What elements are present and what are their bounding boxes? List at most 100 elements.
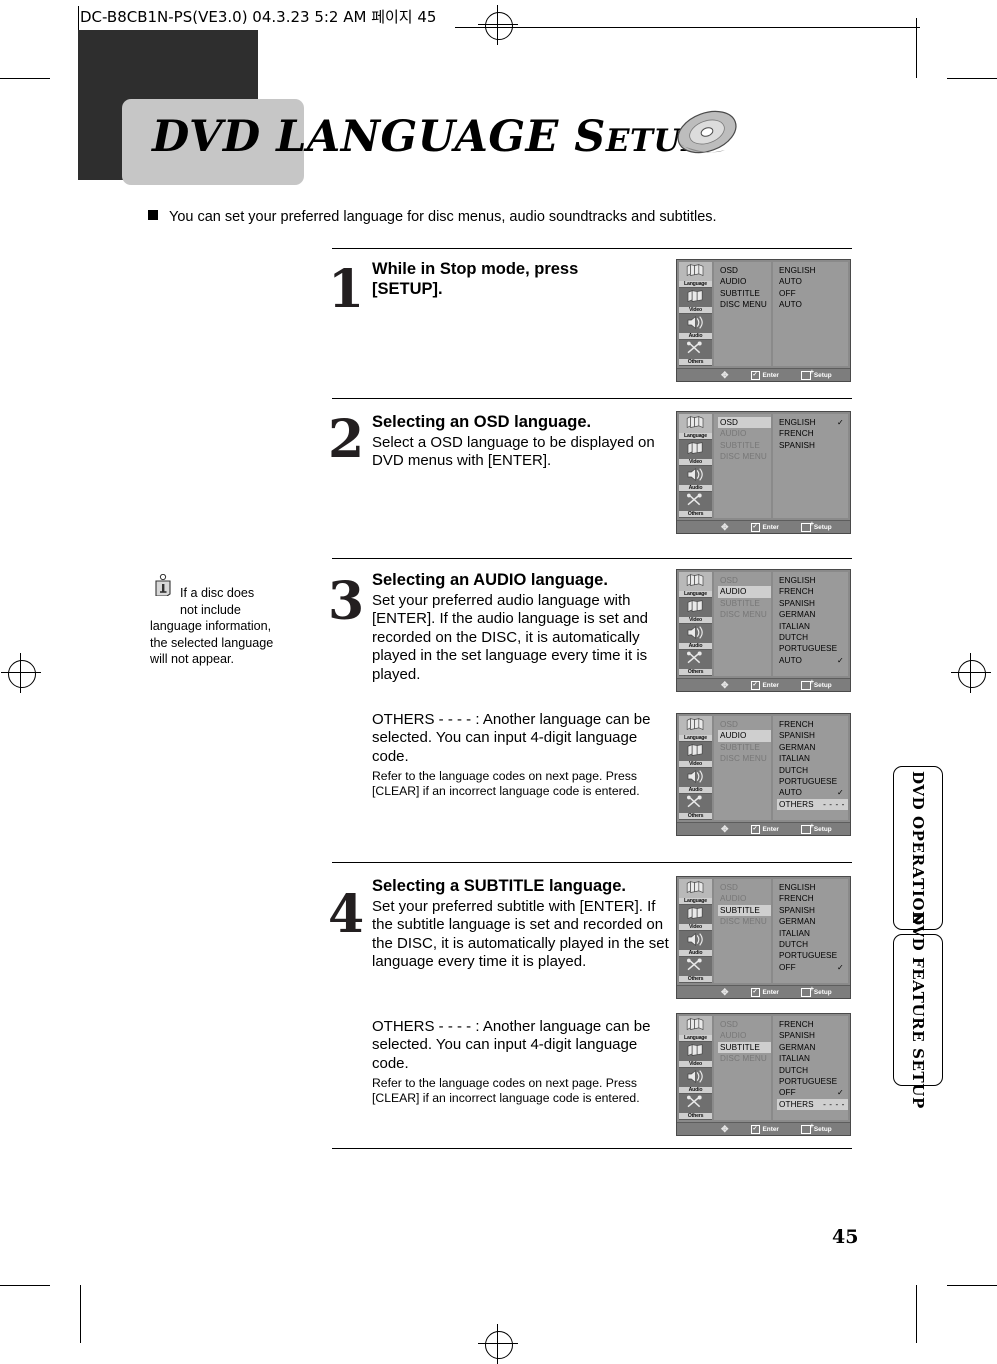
osd-enter-hint[interactable]: ✓ Enter — [750, 824, 779, 834]
osd-value-item[interactable]: ✓ ENGLISH — [777, 417, 848, 428]
osd-menu-item[interactable]: DISC MENU — [718, 753, 771, 764]
osd-sidebar-item-video[interactable]: Video — [679, 905, 712, 931]
osd-value-item[interactable]: ✓ OFF — [777, 962, 848, 973]
osd-sidebar-item-language[interactable]: Language — [679, 262, 712, 288]
osd-setup-hint[interactable]: Setup — [800, 823, 832, 834]
osd-sidebar-item-video[interactable]: Video — [679, 742, 712, 768]
osd-value-item[interactable]: SPANISH — [777, 440, 848, 451]
osd-value-item[interactable]: SPANISH — [777, 730, 848, 741]
osd-sidebar-item-others[interactable]: Others — [679, 794, 712, 820]
osd-value-item[interactable]: ITALIAN — [777, 1053, 848, 1064]
osd-enter-hint[interactable]: ✓ Enter — [750, 522, 779, 532]
osd-sidebar-item-language[interactable]: Language — [679, 414, 712, 440]
osd-sidebar-item-others[interactable]: Others — [679, 1094, 712, 1120]
osd-value-item[interactable]: FRENCH — [777, 1019, 848, 1030]
osd-value-item[interactable]: OFF — [777, 288, 848, 299]
osd-menu-item[interactable]: DISC MENU — [718, 609, 771, 620]
osd-value-item[interactable]: FRENCH — [777, 893, 848, 904]
osd-menu-item[interactable]: OSD — [718, 719, 771, 730]
osd-menu-item[interactable]: DISC MENU — [718, 299, 771, 310]
side-tab-dvd-feature-setup[interactable]: DVD FEATURE SETUP — [893, 912, 943, 1108]
osd-menu-item[interactable]: OSD — [718, 417, 771, 429]
osd-value-item[interactable]: AUTO — [777, 299, 848, 310]
osd-menu-item[interactable]: AUDIO — [718, 586, 771, 598]
osd-enter-hint[interactable]: ✓ Enter — [750, 987, 779, 997]
osd-menu-item[interactable]: OSD — [718, 882, 771, 893]
osd-enter-hint[interactable]: ✓ Enter — [750, 370, 779, 380]
osd-sidebar-item-others[interactable]: Others — [679, 340, 712, 366]
osd-sidebar-item-language[interactable]: Language — [679, 572, 712, 598]
osd-value-item[interactable]: SPANISH — [777, 598, 848, 609]
osd-value-item[interactable]: DUTCH — [777, 1065, 848, 1076]
osd-sidebar-item-language[interactable]: Language — [679, 879, 712, 905]
osd-sidebar-item-video[interactable]: Video — [679, 598, 712, 624]
osd-value-item[interactable]: PORTUGUESE — [777, 776, 848, 787]
osd-menu-item[interactable]: AUDIO — [718, 1030, 771, 1041]
osd-menu-item[interactable]: SUBTITLE — [718, 742, 771, 753]
osd-value-item[interactable]: ENGLISH — [777, 882, 848, 893]
osd-menu-item[interactable]: SUBTITLE — [718, 1041, 771, 1054]
osd-screen-5[interactable]: Language Video Audio Others OSD AUDIO SUBT… — [676, 876, 851, 999]
osd-value-item[interactable]: - - - - OTHERS — [777, 1098, 848, 1111]
osd-value-item[interactable]: PORTUGUESE — [777, 643, 848, 654]
osd-menu-item[interactable]: DISC MENU — [718, 916, 771, 927]
osd-enter-hint[interactable]: ✓ Enter — [750, 680, 779, 690]
osd-setup-hint[interactable]: Setup — [800, 679, 832, 690]
osd-menu-item[interactable]: AUDIO — [718, 428, 771, 439]
osd-sidebar-item-audio[interactable]: Audio — [679, 1068, 712, 1094]
osd-sidebar-item-audio[interactable]: Audio — [679, 624, 712, 650]
osd-menu-item[interactable]: AUDIO — [718, 893, 771, 904]
osd-menu-item[interactable]: AUDIO — [718, 276, 771, 287]
osd-menu-item[interactable]: SUBTITLE — [718, 440, 771, 451]
osd-value-item[interactable]: FRENCH — [777, 428, 848, 439]
osd-menu-item[interactable]: DISC MENU — [718, 1053, 771, 1064]
osd-value-item[interactable]: DUTCH — [777, 632, 848, 643]
osd-value-item[interactable]: GERMAN — [777, 1042, 848, 1053]
osd-value-item[interactable]: FRENCH — [777, 586, 848, 597]
osd-value-item[interactable]: DUTCH — [777, 939, 848, 950]
osd-value-item[interactable]: SPANISH — [777, 1030, 848, 1041]
osd-screen-6[interactable]: Language Video Audio Others OSD AUDIO SUBT… — [676, 1013, 851, 1136]
osd-value-item[interactable]: ENGLISH — [777, 575, 848, 586]
osd-menu-item[interactable]: SUBTITLE — [718, 288, 771, 299]
osd-menu-item[interactable]: OSD — [718, 575, 771, 586]
osd-setup-hint[interactable]: Setup — [800, 986, 832, 997]
osd-value-item[interactable]: - - - - OTHERS — [777, 798, 848, 811]
osd-sidebar-item-video[interactable]: Video — [679, 440, 712, 466]
osd-value-item[interactable]: GERMAN — [777, 742, 848, 753]
osd-value-item[interactable]: AUTO — [777, 276, 848, 287]
osd-screen-1[interactable]: Language Video Audio Others OSD AUDIO SUBT… — [676, 259, 851, 382]
osd-menu-item[interactable]: DISC MENU — [718, 451, 771, 462]
osd-value-item[interactable]: SPANISH — [777, 905, 848, 916]
side-tab-dvd-operation[interactable]: DVD OPERATION — [893, 766, 943, 930]
osd-screen-4[interactable]: Language Video Audio Others OSD AUDIO SUBT… — [676, 713, 851, 836]
osd-sidebar-item-audio[interactable]: Audio — [679, 466, 712, 492]
osd-menu-item[interactable]: AUDIO — [718, 730, 771, 742]
osd-value-item[interactable]: DUTCH — [777, 765, 848, 776]
osd-screen-2[interactable]: Language Video Audio Others OSD AUDIO SUBT… — [676, 411, 851, 534]
osd-value-item[interactable]: ITALIAN — [777, 621, 848, 632]
osd-sidebar-item-audio[interactable]: Audio — [679, 768, 712, 794]
osd-value-item[interactable]: PORTUGUESE — [777, 950, 848, 961]
osd-sidebar-item-video[interactable]: Video — [679, 1042, 712, 1068]
osd-sidebar-item-audio[interactable]: Audio — [679, 931, 712, 957]
osd-sidebar-item-others[interactable]: Others — [679, 492, 712, 518]
osd-value-item[interactable]: PORTUGUESE — [777, 1076, 848, 1087]
osd-sidebar-item-language[interactable]: Language — [679, 716, 712, 742]
osd-sidebar-item-video[interactable]: Video — [679, 288, 712, 314]
osd-sidebar-item-others[interactable]: Others — [679, 650, 712, 676]
osd-sidebar-item-audio[interactable]: Audio — [679, 314, 712, 340]
osd-menu-item[interactable]: SUBTITLE — [718, 598, 771, 609]
osd-setup-hint[interactable]: Setup — [800, 1123, 832, 1134]
osd-menu-item[interactable]: OSD — [718, 1019, 771, 1030]
osd-setup-hint[interactable]: Setup — [800, 369, 832, 380]
osd-setup-hint[interactable]: Setup — [800, 521, 832, 532]
osd-value-item[interactable]: ITALIAN — [777, 928, 848, 939]
osd-enter-hint[interactable]: ✓ Enter — [750, 1124, 779, 1134]
osd-menu-item[interactable]: SUBTITLE — [718, 904, 771, 917]
osd-value-item[interactable]: FRENCH — [777, 719, 848, 730]
osd-value-item[interactable]: ITALIAN — [777, 753, 848, 764]
osd-value-item[interactable]: ✓ AUTO — [777, 787, 848, 798]
osd-value-item[interactable]: ✓ OFF — [777, 1087, 848, 1098]
osd-value-item[interactable]: GERMAN — [777, 916, 848, 927]
